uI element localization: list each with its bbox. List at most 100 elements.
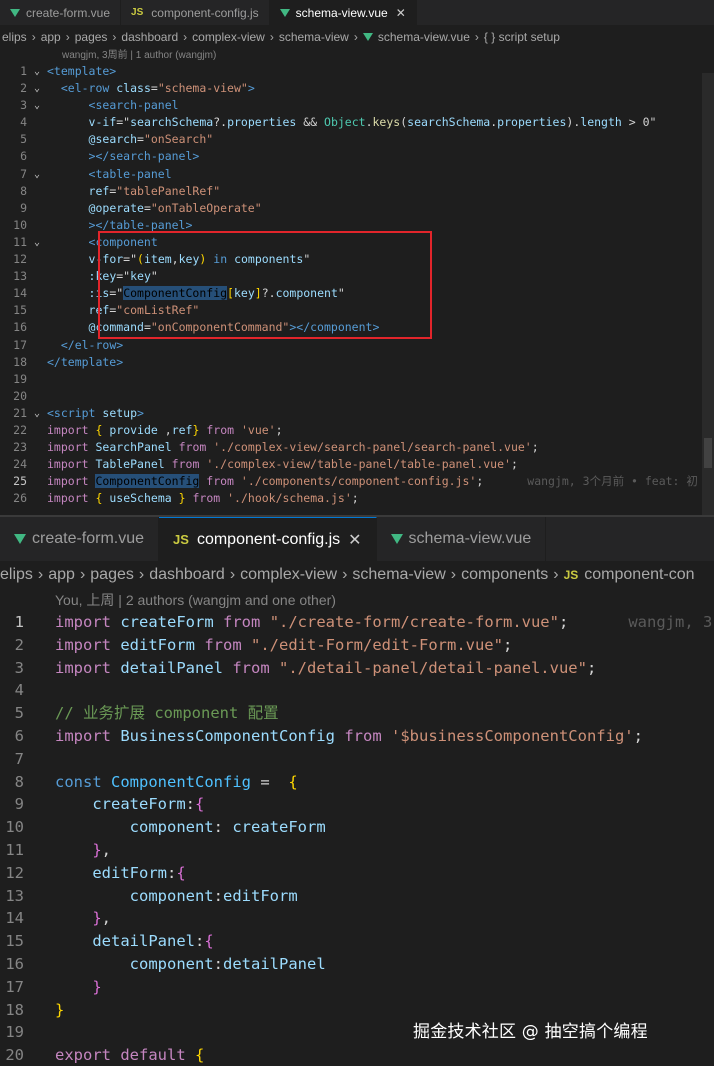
code-line[interactable]: 5 @search="onSearch": [0, 131, 714, 148]
code-token: <component: [88, 234, 158, 249]
code-token: v-for: [88, 252, 124, 267]
code-line[interactable]: 16 component:detailPanel: [0, 953, 714, 976]
tab-component-config-js[interactable]: JS component-config.js: [121, 0, 270, 25]
gutter: [24, 771, 55, 794]
code-line[interactable]: 13 :key="key": [0, 268, 714, 285]
breadcrumb-item[interactable]: pages: [90, 566, 134, 584]
code-line[interactable]: 11 },: [0, 839, 714, 862]
code-line[interactable]: 4: [0, 679, 714, 702]
code-line[interactable]: 21 ⌄ <script setup>: [0, 405, 714, 422]
code-line[interactable]: 6 ></search-panel>: [0, 148, 714, 165]
fold-chevron-icon[interactable]: ⌄: [27, 97, 47, 114]
code-line[interactable]: 2 ⌄ <el-row class="schema-view">: [0, 80, 714, 97]
breadcrumb-item[interactable]: complex-view: [240, 566, 337, 584]
tab-create-form-vue[interactable]: create-form.vue: [0, 517, 160, 561]
code-line[interactable]: 26 import { useSchema } from './hook/sche…: [0, 490, 714, 507]
code-line[interactable]: 15 detailPanel:{: [0, 930, 714, 953]
breadcrumb-label: schema-view.vue: [377, 30, 470, 44]
code-line[interactable]: 20: [0, 388, 714, 405]
breadcrumb-item[interactable]: complex-view: [192, 30, 265, 44]
js-icon: JS: [131, 7, 144, 18]
code-line[interactable]: 5 // 业务扩展 component 配置: [0, 702, 714, 725]
line-number: 10: [13, 217, 27, 232]
breadcrumb-item[interactable]: app: [48, 566, 75, 584]
code-token: editForm: [223, 886, 298, 905]
code-line[interactable]: 4 v-if="searchSchema?.properties && Obje…: [0, 114, 714, 131]
code-line[interactable]: 9 createForm:{: [0, 793, 714, 816]
code-line[interactable]: 13 component:editForm: [0, 885, 714, 908]
code-line[interactable]: 17 }: [0, 976, 714, 999]
code-line[interactable]: 19: [0, 371, 714, 388]
code-line[interactable]: 23 import SearchPanel from './complex-vie…: [0, 439, 714, 456]
code-line[interactable]: 9 @operate="onTableOperate": [0, 200, 714, 217]
code-line[interactable]: 2 import editForm from "./edit-Form/edit-…: [0, 634, 714, 657]
breadcrumb-item[interactable]: JS component-con: [564, 566, 695, 584]
fold-chevron-icon[interactable]: ⌄: [27, 166, 47, 183]
code-line[interactable]: 16 @command="onComponentCommand"></compo…: [0, 319, 714, 336]
code-line[interactable]: 12 editForm:{: [0, 862, 714, 885]
code-area[interactable]: 1 import createForm from "./create-form/c…: [0, 611, 714, 1066]
line-number: 5: [14, 704, 24, 723]
code-line[interactable]: 1 import createForm from "./create-form/c…: [0, 611, 714, 634]
tab-schema-view-vue[interactable]: schema-view.vue ✕: [269, 0, 417, 25]
code-token: detailPanel: [223, 954, 326, 973]
code-line[interactable]: 18 </template>: [0, 354, 714, 371]
breadcrumb-item[interactable]: dashboard: [149, 566, 225, 584]
code-line[interactable]: 24 import TablePanel from './complex-view…: [0, 456, 714, 473]
fold-chevron-icon[interactable]: ⌄: [27, 63, 47, 80]
breadcrumb-item[interactable]: { } script setup: [484, 30, 560, 44]
code-line[interactable]: 8 ref="tablePanelRef": [0, 183, 714, 200]
code-token: const: [55, 772, 102, 791]
code-line[interactable]: 14 :is="ComponentConfig[key]?.component": [0, 285, 714, 302]
breadcrumb-item[interactable]: schema-view: [279, 30, 349, 44]
vertical-scrollbar[interactable]: [702, 73, 714, 515]
codelens-blame[interactable]: You, 上周 | 2 authors (wangjm and one othe…: [0, 589, 714, 611]
tab-create-form-vue[interactable]: create-form.vue: [0, 0, 122, 25]
fold-chevron-icon[interactable]: ⌄: [27, 405, 47, 422]
tab-schema-view-vue[interactable]: schema-view.vue: [377, 517, 547, 561]
breadcrumb-item[interactable]: app: [41, 30, 61, 44]
scroll-thumb[interactable]: [704, 438, 712, 468]
code-line[interactable]: 14 },: [0, 907, 714, 930]
code-text: component:editForm: [55, 885, 298, 908]
breadcrumb-item[interactable]: schema-view.vue: [362, 30, 470, 44]
breadcrumb-item[interactable]: dashboard: [121, 30, 178, 44]
code-line[interactable]: 12 v-for="(item,key) in components": [0, 251, 714, 268]
fold-chevron-icon[interactable]: ⌄: [27, 234, 47, 251]
code-line[interactable]: 15 ref="comListRef": [0, 302, 714, 319]
breadcrumb-item[interactable]: components: [461, 566, 548, 584]
code-line[interactable]: 20 export default {: [0, 1044, 714, 1066]
code-line[interactable]: 10 ></table-panel>: [0, 217, 714, 234]
tab-component-config-js[interactable]: JS component-config.js ✕: [159, 517, 377, 561]
code-line[interactable]: 7 ⌄ <table-panel: [0, 166, 714, 183]
code-line[interactable]: 8 const ComponentConfig = {: [0, 771, 714, 794]
breadcrumb-item[interactable]: pages: [75, 30, 108, 44]
code-line[interactable]: 7: [0, 748, 714, 771]
code-line[interactable]: 25 import ComponentConfig from './compone…: [0, 473, 714, 490]
close-icon[interactable]: ✕: [348, 530, 361, 550]
code-line[interactable]: 11 ⌄ <component: [0, 234, 714, 251]
code-line[interactable]: 6 import BusinessComponentConfig from '$b…: [0, 725, 714, 748]
fold-chevron-icon[interactable]: ⌄: [27, 80, 47, 97]
breadcrumb-item[interactable]: elips: [0, 566, 33, 584]
codelens-blame[interactable]: wangjm, 3周前 | 1 author (wangjm): [0, 49, 714, 63]
breadcrumb-item[interactable]: elips: [2, 30, 27, 44]
code-token: component: [129, 818, 214, 837]
code-line[interactable]: 3 ⌄ <search-panel: [0, 97, 714, 114]
code-line[interactable]: 3 import detailPanel from "./detail-panel…: [0, 657, 714, 680]
gutter: [27, 302, 47, 319]
code-line[interactable]: 22 import { provide ,ref} from 'vue';: [0, 422, 714, 439]
code-line[interactable]: 1 ⌄ <template>: [0, 63, 714, 80]
code-line[interactable]: 17 </el-row>: [0, 337, 714, 354]
breadcrumb-item[interactable]: schema-view: [352, 566, 445, 584]
vue-icon: [279, 8, 290, 17]
code-area[interactable]: 1 ⌄ <template> 2 ⌄ <el-row class="schema-vie…: [0, 63, 714, 507]
code-token: <search-panel: [88, 98, 179, 113]
close-icon[interactable]: ✕: [396, 6, 406, 20]
gutter: [24, 953, 55, 976]
code-line[interactable]: 10 component: createForm: [0, 816, 714, 839]
